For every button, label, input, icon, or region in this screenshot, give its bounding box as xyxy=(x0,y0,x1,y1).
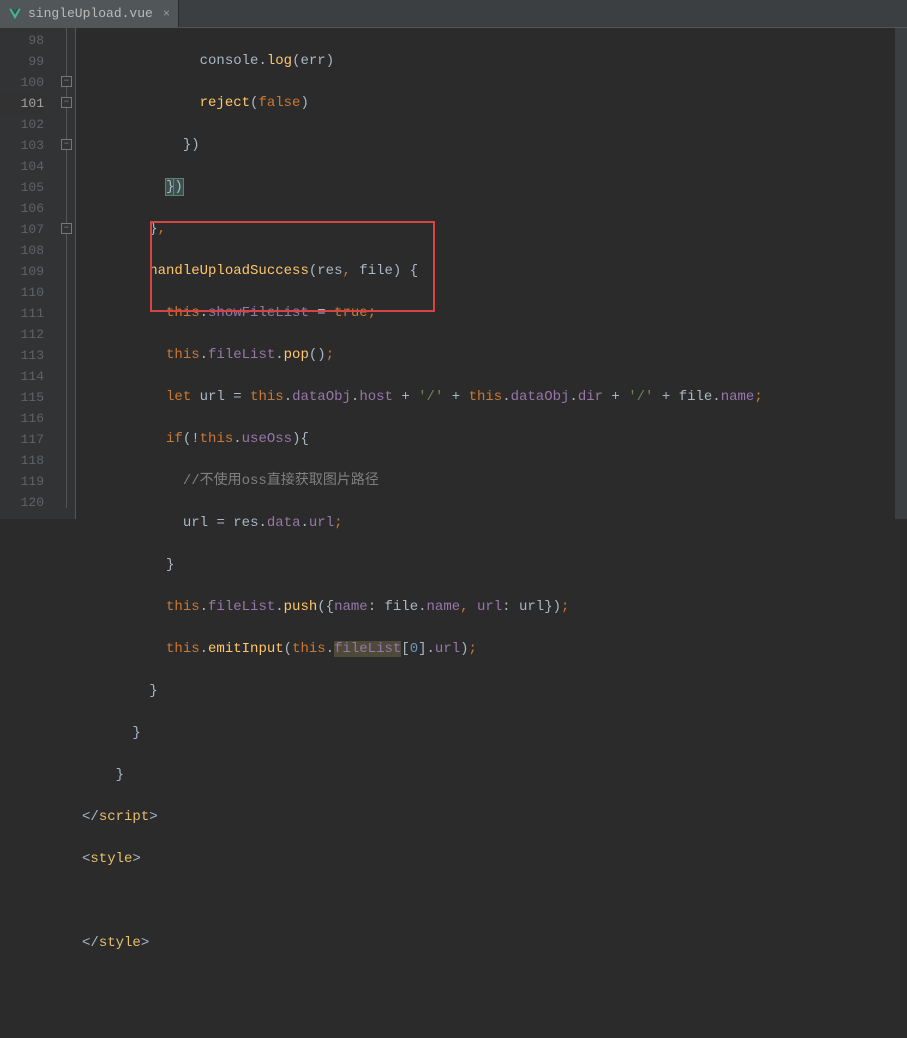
line-number: 107 xyxy=(0,219,44,240)
file-tab[interactable]: singleUpload.vue × xyxy=(0,0,179,27)
line-number: 108 xyxy=(0,240,44,261)
line-number: 116 xyxy=(0,408,44,429)
fold-marker[interactable]: − xyxy=(61,223,72,234)
line-number: 120 xyxy=(0,492,44,513)
code-line[interactable]: handleUploadSuccess(res, file) { xyxy=(76,261,907,282)
code-line[interactable]: console.log(err) xyxy=(76,51,907,72)
line-number: 101 xyxy=(0,93,44,114)
close-icon[interactable]: × xyxy=(163,7,170,21)
line-number: 103 xyxy=(0,135,44,156)
line-number: 109 xyxy=(0,261,44,282)
code-line[interactable]: this.fileList.pop(); xyxy=(76,345,907,366)
code-line[interactable]: //不使用oss直接获取图片路径 xyxy=(76,471,907,492)
code-line[interactable]: this.showFileList = true; xyxy=(76,303,907,324)
code-line[interactable]: </style> xyxy=(76,933,907,954)
scrollbar-track[interactable] xyxy=(895,28,907,519)
line-number: 106 xyxy=(0,198,44,219)
line-number: 112 xyxy=(0,324,44,345)
code-line[interactable]: } xyxy=(76,555,907,576)
line-number: 115 xyxy=(0,387,44,408)
line-number: 113 xyxy=(0,345,44,366)
tab-bar: singleUpload.vue × xyxy=(0,0,907,28)
fold-marker[interactable]: − xyxy=(61,76,72,87)
code-line[interactable] xyxy=(76,975,907,996)
code-line[interactable]: } xyxy=(76,723,907,744)
line-number: 99 xyxy=(0,51,44,72)
line-number: 102 xyxy=(0,114,44,135)
fold-marker[interactable]: − xyxy=(61,97,72,108)
code-line[interactable]: } xyxy=(76,681,907,702)
line-number: 105 xyxy=(0,177,44,198)
fold-marker[interactable]: − xyxy=(61,139,72,150)
fold-gutter: − − − − xyxy=(58,28,76,519)
code-line[interactable]: reject(false) xyxy=(76,93,907,114)
code-line[interactable]: let url = this.dataObj.host + '/' + this… xyxy=(76,387,907,408)
code-line[interactable]: }, xyxy=(76,219,907,240)
line-number: 104 xyxy=(0,156,44,177)
line-number: 118 xyxy=(0,450,44,471)
tab-filename: singleUpload.vue xyxy=(28,6,153,21)
code-line[interactable]: url = res.data.url; xyxy=(76,513,907,534)
code-line[interactable]: } xyxy=(76,765,907,786)
vue-icon xyxy=(8,7,22,21)
code-line[interactable]: <style> xyxy=(76,849,907,870)
line-number: 110 xyxy=(0,282,44,303)
code-line[interactable] xyxy=(76,891,907,912)
code-line[interactable]: this.emitInput(this.fileList[0].url); xyxy=(76,639,907,660)
line-number: 111 xyxy=(0,303,44,324)
line-number: 119 xyxy=(0,471,44,492)
line-number: 98 xyxy=(0,30,44,51)
code-area[interactable]: console.log(err) reject(false) }) }) }, … xyxy=(76,28,907,519)
code-line[interactable]: this.fileList.push({name: file.name, url… xyxy=(76,597,907,618)
code-line[interactable]: </script> xyxy=(76,807,907,828)
code-editor[interactable]: 98 99 100 101 102 103 104 105 106 107 10… xyxy=(0,28,907,519)
line-number: 100 xyxy=(0,72,44,93)
line-number: 114 xyxy=(0,366,44,387)
code-line[interactable]: }) xyxy=(76,177,907,198)
line-number: 117 xyxy=(0,429,44,450)
code-line[interactable]: if(!this.useOss){ xyxy=(76,429,907,450)
line-number-gutter: 98 99 100 101 102 103 104 105 106 107 10… xyxy=(0,28,58,519)
code-line[interactable]: }) xyxy=(76,135,907,156)
